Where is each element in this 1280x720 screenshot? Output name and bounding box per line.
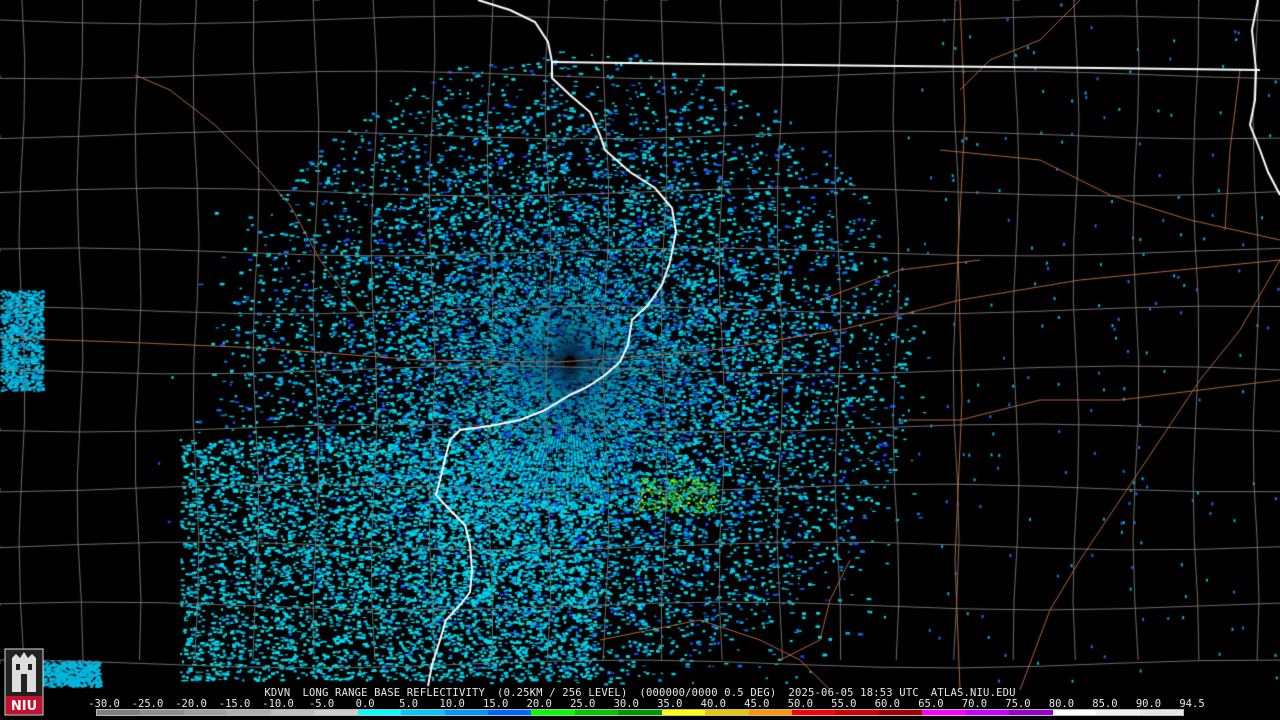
colorbar-swatch [227,710,271,715]
colorbar-swatch [661,710,706,715]
colorbar-swatch [401,710,445,715]
colorbar-swatch [270,710,315,715]
colorbar-swatch [1096,710,1140,715]
colorbar-swatch [314,710,358,715]
colorbar-swatch [922,710,966,715]
reflectivity-colorbar [96,709,1184,716]
colorbar-swatch [487,710,532,715]
colorbar-swatch [748,710,792,715]
logo-text: NIU [11,699,37,714]
colorbar-swatch [444,710,488,715]
colorbar-swatch [1009,710,1053,715]
colorbar-swatch [878,710,923,715]
colorbar-swatch [965,710,1010,715]
colorbar-swatch [1052,710,1097,715]
colorbar-swatch [183,710,228,715]
colorbar-swatch [835,710,879,715]
colorbar-swatch [357,710,402,715]
radar-map[interactable] [0,0,1280,720]
colorbar-swatch [97,710,141,715]
colorbar-swatch [618,710,662,715]
colorbar-swatch [705,710,749,715]
niu-logo-icon: NIU [4,648,44,716]
colorbar-swatch [792,710,836,715]
scale-labels: -30.0 -25.0 -20.0 -15.0 -10.0 -5.0 0.0 5.0 10.0 1… [88,698,1204,710]
colorbar-swatch [531,710,575,715]
colorbar-swatch [140,710,184,715]
colorbar-swatch [1139,710,1183,715]
colorbar-swatch [574,710,619,715]
